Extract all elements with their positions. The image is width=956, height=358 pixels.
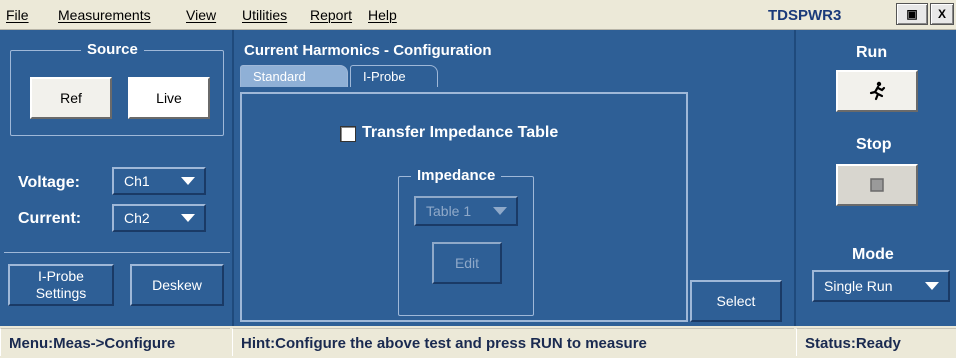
mode-value: Single Run bbox=[824, 278, 893, 294]
ref-button[interactable]: Ref bbox=[30, 77, 112, 119]
minimize-button[interactable]: ▣ bbox=[896, 3, 928, 25]
iprobe-settings-line2: Settings bbox=[35, 285, 87, 301]
edit-button[interactable]: Edit bbox=[432, 242, 502, 284]
status-bar: Menu:Meas->Configure Hint:Configure the … bbox=[0, 326, 956, 358]
voltage-label: Voltage: bbox=[18, 174, 80, 191]
menu-utilities[interactable]: Utilities bbox=[242, 7, 287, 23]
status-menu: Menu:Meas->Configure bbox=[0, 328, 230, 356]
current-dropdown[interactable]: Ch2 bbox=[112, 204, 206, 232]
chevron-down-icon bbox=[181, 177, 195, 185]
run-title: Run bbox=[856, 44, 888, 61]
chevron-down-icon bbox=[925, 282, 939, 290]
transfer-impedance-label: Transfer Impedance Table bbox=[362, 124, 559, 141]
chevron-down-icon bbox=[181, 214, 195, 222]
close-icon: X bbox=[937, 7, 946, 21]
menu-file[interactable]: File bbox=[6, 7, 29, 23]
voltage-value: Ch1 bbox=[124, 173, 150, 189]
live-button[interactable]: Live bbox=[128, 77, 210, 119]
menu-view[interactable]: View bbox=[186, 7, 216, 23]
menu-measurements[interactable]: Measurements bbox=[58, 7, 151, 23]
impedance-title: Impedance bbox=[411, 167, 502, 184]
iprobe-settings-button[interactable]: I-Probe Settings bbox=[8, 264, 114, 306]
config-title: Current Harmonics - Configuration bbox=[244, 42, 492, 59]
voltage-dropdown[interactable]: Ch1 bbox=[112, 167, 206, 195]
right-separator bbox=[794, 30, 796, 326]
tab-standard[interactable]: Standard bbox=[240, 65, 348, 87]
left-divider bbox=[4, 252, 230, 253]
transfer-impedance-checkbox[interactable] bbox=[340, 126, 356, 142]
impedance-dropdown[interactable]: Table 1 bbox=[414, 196, 518, 226]
close-button[interactable]: X bbox=[930, 3, 954, 25]
impedance-value: Table 1 bbox=[426, 203, 472, 219]
current-label: Current: bbox=[18, 210, 82, 227]
mode-dropdown[interactable]: Single Run bbox=[812, 270, 950, 302]
current-value: Ch2 bbox=[124, 210, 150, 226]
main-panel: Source Ref Live Voltage: Ch1 Current: Ch… bbox=[0, 30, 956, 326]
deskew-button[interactable]: Deskew bbox=[130, 264, 224, 306]
stop-button[interactable] bbox=[836, 164, 918, 206]
select-button[interactable]: Select bbox=[690, 280, 782, 322]
source-title: Source bbox=[81, 41, 144, 58]
iprobe-settings-line1: I-Probe bbox=[38, 268, 84, 284]
run-button[interactable] bbox=[836, 70, 918, 112]
status-state: Status:Ready bbox=[796, 328, 956, 356]
minimize-icon: ▣ bbox=[906, 7, 918, 21]
mode-title: Mode bbox=[852, 246, 894, 263]
menu-bar: File Measurements View Utilities Report … bbox=[0, 0, 956, 30]
menu-report[interactable]: Report bbox=[310, 7, 352, 23]
menu-help[interactable]: Help bbox=[368, 7, 397, 23]
app-title: TDSPWR3 bbox=[768, 7, 842, 24]
chevron-down-icon bbox=[493, 207, 507, 215]
tab-iprobe[interactable]: I-Probe bbox=[350, 65, 438, 87]
stop-title: Stop bbox=[856, 136, 892, 153]
running-man-icon bbox=[869, 81, 886, 101]
status-hint: Hint:Configure the above test and press … bbox=[232, 328, 794, 356]
stop-square-icon bbox=[870, 178, 884, 192]
left-separator bbox=[232, 30, 234, 326]
